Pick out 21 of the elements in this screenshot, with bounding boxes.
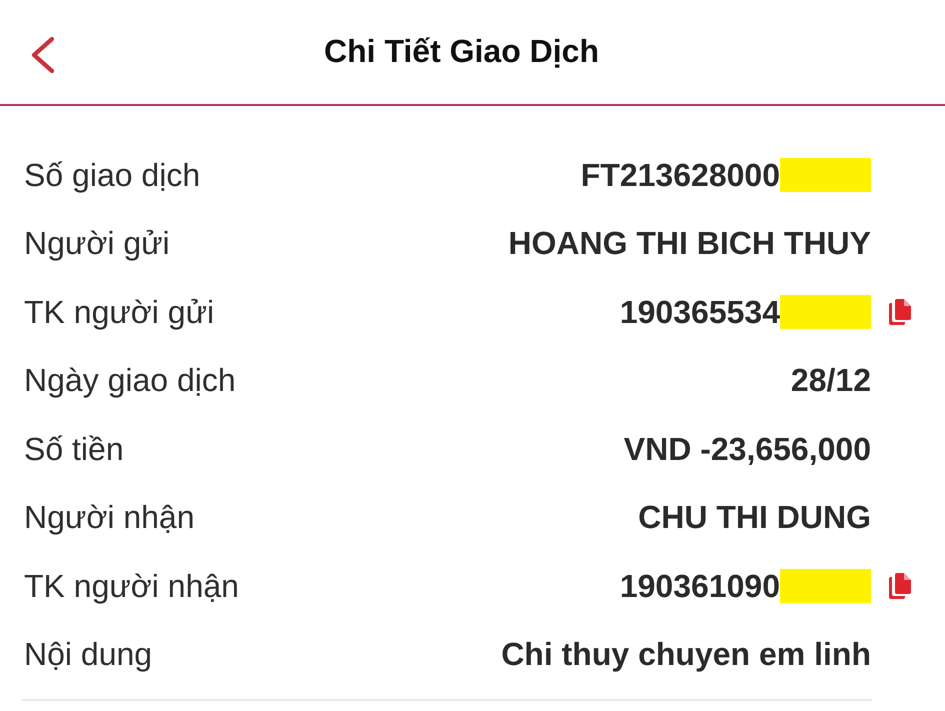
field-value: FT213628000 (580, 156, 780, 194)
field-label: Người gửi (24, 225, 170, 262)
copy-button[interactable] (887, 298, 913, 326)
field-label: Số tiền (24, 430, 124, 468)
field-value: Chi thuy chuyen em linh (501, 636, 871, 674)
field-value: VND -23,656,000 (624, 430, 871, 468)
field-value: HOANG THI BICH THUY (508, 225, 871, 262)
field-label: TK người gửi (24, 294, 214, 331)
field-label: Nội dung (24, 636, 152, 674)
copy-icon (887, 298, 913, 326)
copy-button[interactable] (887, 572, 913, 600)
page-title: Chi Tiết Giao Dịch (323, 32, 600, 70)
field-value: 28/12 (790, 362, 871, 400)
field-label: Người nhận (24, 499, 194, 536)
field-label: Ngày giao dịch (24, 362, 236, 400)
field-value: 190361090 (620, 568, 780, 605)
field-value: 190365534 (620, 294, 780, 331)
copy-icon (887, 572, 913, 600)
field-label: Số giao dịch (24, 156, 200, 194)
field-value: CHU THI DUNG (638, 499, 871, 536)
field-label: TK người nhận (24, 568, 239, 605)
